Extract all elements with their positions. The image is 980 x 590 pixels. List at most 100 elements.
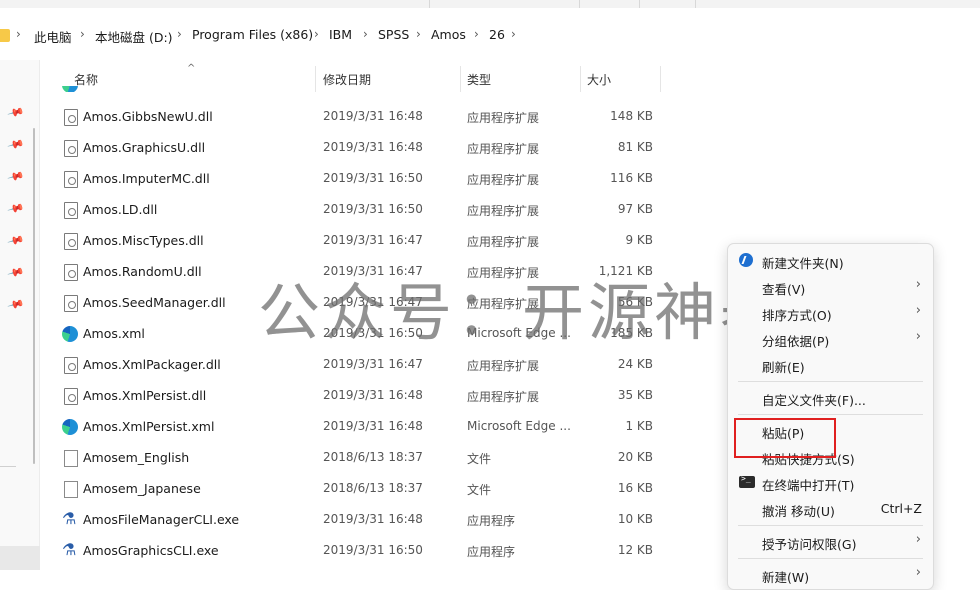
file-size: 9 KB	[625, 233, 653, 247]
breadcrumb-this-pc[interactable]: 此电脑	[34, 27, 72, 46]
file-date: 2019/3/31 16:48	[323, 512, 423, 526]
file-date: 2019/3/31 16:50	[323, 171, 423, 185]
file-date: 2019/3/31 16:48	[323, 388, 423, 402]
table-row-partial[interactable]	[40, 86, 740, 92]
chevron-right-icon: ›	[915, 329, 921, 344]
menu-separator	[738, 558, 923, 559]
pin-icon[interactable]: 📌	[7, 135, 25, 153]
menu-item-new-folder[interactable]: 新建文件夹(N)	[728, 247, 933, 273]
edge-icon	[62, 326, 78, 342]
table-row[interactable]: Amos.XmlPackager.dll 2019/3/31 16:47 应用程序扩…	[40, 350, 740, 381]
file-type: 应用程序扩展	[467, 111, 540, 125]
menu-item-label: 新建文件夹(N)	[762, 256, 844, 271]
file-date: 2018/6/13 18:37	[323, 481, 423, 495]
chevron-right-icon[interactable]: ›	[511, 27, 516, 41]
new-folder-icon	[739, 253, 753, 267]
table-row[interactable]: Amos.GibbsNewU.dll 2019/3/31 16:48 应用程序扩展 1…	[40, 102, 740, 133]
table-row[interactable]: AmosFileManagerCLI.exe 2019/3/31 16:48 应用程…	[40, 505, 740, 536]
file-name: Amos.RandomU.dll	[83, 264, 202, 279]
toolbar-segment	[640, 0, 696, 8]
edge-icon	[62, 419, 78, 435]
table-row[interactable]: Amos.LD.dll 2019/3/31 16:50 应用程序扩展 97 KB	[40, 195, 740, 226]
file-type: 应用程序扩展	[467, 359, 540, 373]
breadcrumb-26[interactable]: 26	[489, 27, 505, 42]
highlight-annotation-box	[734, 418, 836, 458]
file-type: 应用程序	[467, 514, 516, 528]
chevron-right-icon: ›	[80, 27, 85, 41]
file-type: Microsoft Edge ...	[467, 419, 571, 433]
dll-file-icon	[64, 202, 78, 219]
menu-item-new[interactable]: 新建(W) ›	[728, 561, 933, 587]
file-name: Amos.XmlPersist.dll	[83, 388, 207, 403]
table-row[interactable]: Amosem_Japanese 2018/6/13 18:37 文件 16 KB	[40, 474, 740, 505]
toolbar-segment	[580, 0, 640, 8]
menu-item-open-terminal[interactable]: 在终端中打开(T)	[728, 469, 933, 495]
file-type: 应用程序扩展	[467, 390, 540, 404]
chevron-right-icon: ›	[915, 532, 921, 547]
breadcrumb-spss[interactable]: SPSS	[378, 27, 409, 42]
table-row[interactable]: Amos.XmlPersist.dll 2019/3/31 16:48 应用程序扩展…	[40, 381, 740, 412]
menu-item-label: 授予访问权限(G)	[762, 537, 857, 552]
breadcrumb-ibm[interactable]: IBM	[329, 27, 352, 42]
chevron-right-icon: ›	[177, 27, 182, 41]
chevron-right-icon: ›	[416, 27, 421, 41]
file-size: 81 KB	[617, 140, 653, 154]
file-date: 2019/3/31 16:48	[323, 109, 423, 123]
file-name: Amos.GibbsNewU.dll	[83, 109, 213, 124]
menu-item-label: 在终端中打开(T)	[762, 478, 855, 493]
dll-file-icon	[64, 357, 78, 374]
pin-icon[interactable]: 📌	[7, 167, 25, 185]
file-name: Amos.GraphicsU.dll	[83, 140, 206, 155]
file-size: 148 KB	[610, 109, 653, 123]
file-size: 1 KB	[625, 419, 653, 433]
file-name: Amos.LD.dll	[83, 202, 158, 217]
table-row[interactable]: Amos.XmlPersist.xml 2019/3/31 16:48 Micros…	[40, 412, 740, 443]
file-name: Amos.XmlPersist.xml	[83, 419, 215, 434]
chevron-right-icon: ›	[915, 565, 921, 580]
menu-item-refresh[interactable]: 刷新(E)	[728, 351, 933, 377]
sort-ascending-icon: ^	[187, 63, 196, 74]
table-row[interactable]: Amos.MiscTypes.dll 2019/3/31 16:47 应用程序扩展 9…	[40, 226, 740, 257]
exe-icon	[62, 540, 78, 560]
address-bar[interactable]: › 此电脑 › 本地磁盘 (D:) › Program Files (x86) …	[0, 20, 980, 52]
table-row[interactable]: Amos.ImputerMC.dll 2019/3/31 16:50 应用程序扩展 1…	[40, 164, 740, 195]
menu-separator	[738, 414, 923, 415]
terminal-icon	[739, 474, 755, 488]
dll-file-icon	[64, 171, 78, 188]
pin-icon[interactable]: 📌	[7, 295, 25, 313]
table-row[interactable]: Amosem_English 2018/6/13 18:37 文件 20 KB	[40, 443, 740, 474]
nav-scrollbar[interactable]	[33, 128, 35, 464]
file-name: Amos.xml	[83, 326, 145, 341]
menu-item-label: 自定义文件夹(F)...	[762, 393, 866, 408]
menu-item-group[interactable]: 分组依据(P) ›	[728, 325, 933, 351]
breadcrumb-amos[interactable]: Amos	[431, 27, 466, 42]
menu-item-label: 查看(V)	[762, 282, 806, 297]
pin-icon[interactable]: 📌	[7, 231, 25, 249]
breadcrumb-drive-d[interactable]: 本地磁盘 (D:)	[95, 27, 173, 46]
pin-icon[interactable]: 📌	[7, 199, 25, 217]
file-type: 应用程序	[467, 545, 516, 559]
pin-icon[interactable]: 📌	[7, 103, 25, 121]
file-type: 应用程序扩展	[467, 204, 540, 218]
file-type: 应用程序扩展	[467, 142, 540, 156]
menu-item-sort[interactable]: 排序方式(O) ›	[728, 299, 933, 325]
breadcrumb-program-files[interactable]: Program Files (x86)	[192, 27, 313, 42]
file-type: 文件	[467, 452, 492, 466]
file-name: Amos.XmlPackager.dll	[83, 357, 221, 372]
nav-selected-item[interactable]	[0, 546, 40, 570]
file-date: 2019/3/31 16:47	[323, 357, 423, 371]
watermark-text: 公众号：开源神器	[258, 276, 787, 349]
pin-icon[interactable]: 📌	[7, 263, 25, 281]
file-icon	[64, 450, 78, 467]
file-name: Amos.ImputerMC.dll	[83, 171, 210, 186]
menu-item-grant-access[interactable]: 授予访问权限(G) ›	[728, 528, 933, 554]
menu-item-undo-move[interactable]: 撤消 移动(U) Ctrl+Z	[728, 495, 933, 521]
menu-item-view[interactable]: 查看(V) ›	[728, 273, 933, 299]
toolbar-segment	[430, 0, 580, 8]
table-row[interactable]: AmosGraphicsCLI.exe 2019/3/31 16:50 应用程序 12…	[40, 536, 740, 567]
file-name: AmosFileManagerCLI.exe	[83, 512, 240, 527]
chevron-right-icon: ›	[915, 277, 921, 292]
table-row[interactable]: Amos.GraphicsU.dll 2019/3/31 16:48 应用程序扩展 8…	[40, 133, 740, 164]
file-name: Amos.SeedManager.dll	[83, 295, 226, 310]
menu-item-customize-folder[interactable]: 自定义文件夹(F)...	[728, 384, 933, 410]
